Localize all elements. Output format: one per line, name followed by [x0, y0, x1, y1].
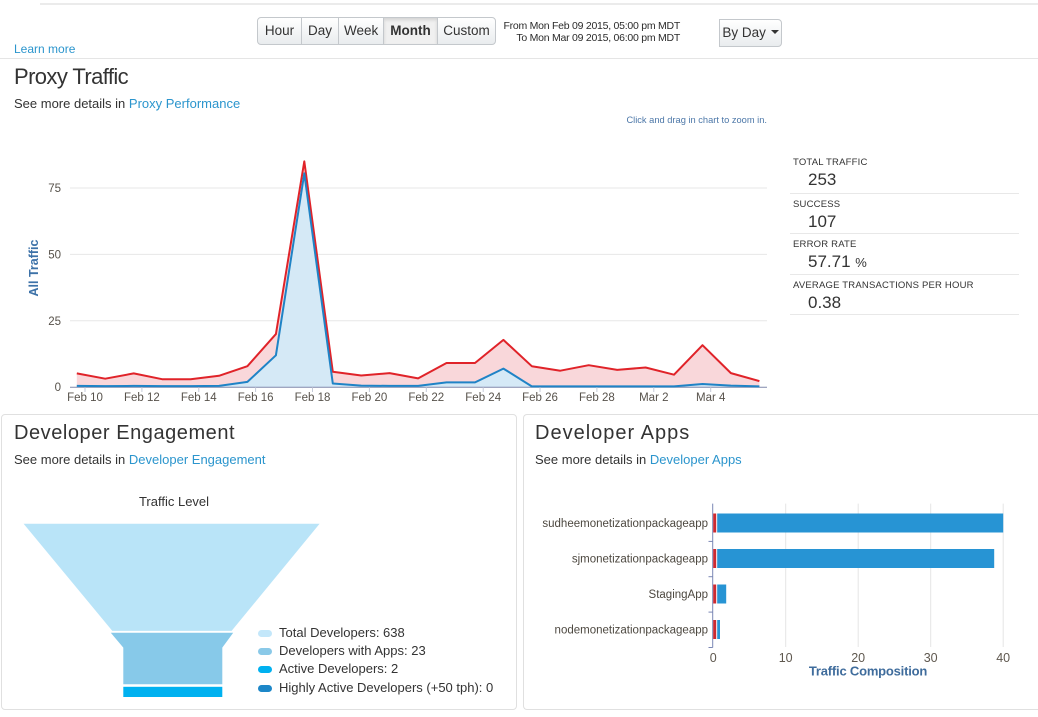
svg-text:Feb 20: Feb 20	[351, 392, 387, 404]
svg-text:0: 0	[55, 382, 61, 394]
svg-text:Feb 26: Feb 26	[522, 392, 558, 404]
svg-text:Feb 10: Feb 10	[67, 392, 103, 404]
svg-text:nodemonetizationpackageapp: nodemonetizationpackageapp	[555, 625, 708, 637]
svg-text:Mar 4: Mar 4	[696, 392, 726, 404]
svg-text:sjmonetizationpackageapp: sjmonetizationpackageapp	[572, 554, 708, 566]
svg-text:25: 25	[48, 316, 61, 328]
svg-text:Feb 22: Feb 22	[408, 392, 444, 404]
svg-text:Feb 18: Feb 18	[295, 392, 331, 404]
svg-text:Feb 12: Feb 12	[124, 392, 160, 404]
svg-text:Feb 14: Feb 14	[181, 392, 217, 404]
svg-text:Feb 16: Feb 16	[238, 392, 274, 404]
svg-text:50: 50	[48, 249, 61, 261]
svg-text:StagingApp: StagingApp	[649, 589, 708, 601]
svg-text:Traffic Composition: Traffic Composition	[809, 664, 928, 679]
svg-text:75: 75	[48, 183, 61, 195]
svg-text:Mar 2: Mar 2	[639, 392, 668, 404]
svg-text:Feb 28: Feb 28	[579, 392, 615, 404]
svg-text:10: 10	[779, 651, 793, 665]
svg-text:40: 40	[996, 651, 1010, 665]
svg-text:0: 0	[710, 651, 717, 665]
svg-text:sudheemonetizationpackageapp: sudheemonetizationpackageapp	[542, 518, 708, 530]
svg-text:Feb 24: Feb 24	[465, 392, 501, 404]
